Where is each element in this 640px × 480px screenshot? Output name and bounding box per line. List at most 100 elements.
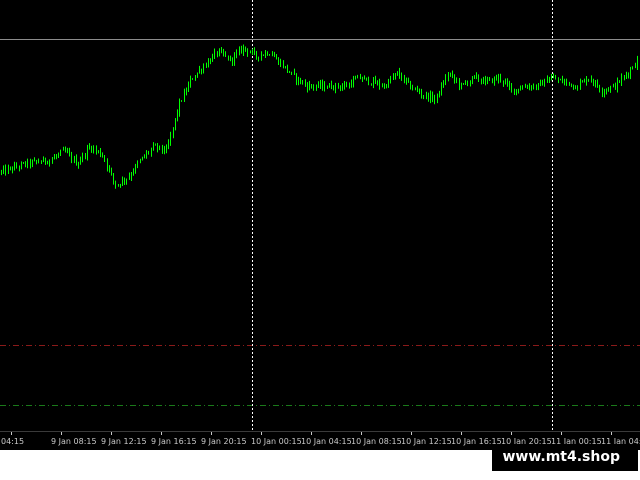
candle-body xyxy=(595,81,596,84)
candle-body xyxy=(487,79,488,81)
candle-body xyxy=(120,184,121,186)
candle-body xyxy=(553,77,554,79)
candle-body xyxy=(98,150,99,152)
candle-body xyxy=(368,78,369,84)
candle-body xyxy=(382,85,383,87)
candle-body xyxy=(78,163,79,166)
candle-body xyxy=(551,77,552,80)
x-tick-label: 04:15 xyxy=(1,437,24,446)
candle-body xyxy=(243,46,244,53)
candle-body xyxy=(346,85,347,87)
candle-body xyxy=(353,79,354,86)
candle-body xyxy=(335,83,336,90)
candle-body xyxy=(247,48,248,53)
candle-body xyxy=(432,94,433,101)
candle-body xyxy=(104,156,105,161)
candle-body xyxy=(225,54,226,56)
candle-body xyxy=(137,162,138,166)
candle-body xyxy=(291,72,292,74)
candle-body xyxy=(412,88,413,90)
candle-body xyxy=(100,150,101,156)
candle-body xyxy=(388,79,389,88)
candle-body xyxy=(357,75,358,79)
x-tick-label: 10 Jan 00:15 xyxy=(251,437,302,446)
candle-body xyxy=(313,86,314,88)
candle-body xyxy=(173,127,174,135)
candle-body xyxy=(263,55,264,57)
candle-body xyxy=(514,88,515,93)
day-separators-layer xyxy=(252,0,553,431)
candle-body xyxy=(294,72,295,75)
candle-body xyxy=(155,144,156,146)
candle-body xyxy=(129,176,130,179)
candle-body xyxy=(159,145,160,149)
candle-body xyxy=(463,83,464,85)
candle-body xyxy=(318,83,319,87)
candle-body xyxy=(410,81,411,89)
candle-body xyxy=(151,149,152,153)
candle-body xyxy=(93,148,94,151)
candle-body xyxy=(265,52,266,56)
candle-body xyxy=(333,88,334,90)
candle-body xyxy=(256,51,257,57)
candle-body xyxy=(531,86,532,89)
candle-body xyxy=(164,149,165,152)
candle-body xyxy=(399,71,400,77)
candle-body xyxy=(606,89,607,92)
candle-body xyxy=(217,51,218,55)
candle-body xyxy=(175,118,176,128)
candle-body xyxy=(10,167,11,169)
candle-body xyxy=(135,165,136,172)
candle-body xyxy=(41,161,42,163)
candle-body xyxy=(36,160,37,162)
candle-body xyxy=(384,85,385,87)
candle-body xyxy=(390,79,391,81)
candle-body xyxy=(58,153,59,156)
candle-body xyxy=(133,171,134,175)
candle-body xyxy=(520,89,521,91)
candle-body xyxy=(608,89,609,91)
candle-body xyxy=(219,49,220,55)
candle-body xyxy=(241,49,242,53)
candle-body xyxy=(434,98,435,101)
candle-body xyxy=(485,79,486,84)
candle-body xyxy=(199,69,200,73)
candle-body xyxy=(417,88,418,91)
candle-body xyxy=(597,81,598,87)
candle-body xyxy=(509,82,510,87)
candle-body xyxy=(80,160,81,164)
candle-body xyxy=(221,49,222,52)
candle-body xyxy=(107,160,108,168)
candle-body xyxy=(584,79,585,82)
candle-body xyxy=(371,83,372,85)
x-tick-label: 9 Jan 16:15 xyxy=(151,437,197,446)
candle-body xyxy=(610,86,611,91)
candle-body xyxy=(461,83,462,87)
candle-body xyxy=(452,74,453,76)
candle-body xyxy=(476,75,477,77)
candle-body xyxy=(201,69,202,72)
candle-body xyxy=(503,80,504,83)
candle-body xyxy=(8,167,9,173)
candle-body xyxy=(124,179,125,181)
candle-body xyxy=(126,178,127,181)
candle-body xyxy=(170,134,171,144)
candle-body xyxy=(168,143,169,148)
candle-body xyxy=(571,83,572,87)
candle-body xyxy=(599,86,600,91)
candle-body xyxy=(562,79,563,83)
candle-body xyxy=(190,79,191,85)
candle-body xyxy=(212,55,213,62)
candle-body xyxy=(362,78,363,80)
candle-body xyxy=(307,84,308,89)
candle-body xyxy=(285,66,286,68)
candle-body xyxy=(637,58,638,67)
candle-body xyxy=(470,81,471,85)
candle-body xyxy=(245,46,246,49)
watermark-label: www.mt4.shop xyxy=(492,444,638,471)
candle-body xyxy=(276,56,277,58)
candle-body xyxy=(274,55,275,57)
candle-body xyxy=(289,71,290,73)
candle-body xyxy=(38,161,39,163)
candle-body xyxy=(621,77,622,83)
